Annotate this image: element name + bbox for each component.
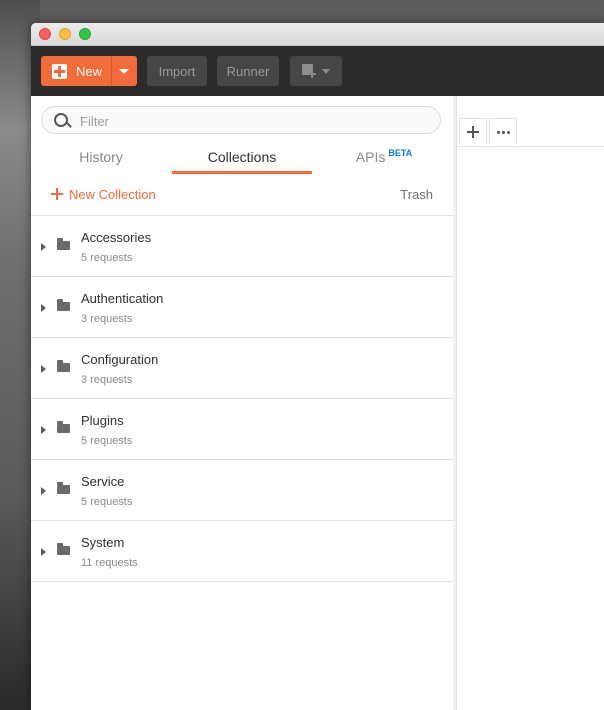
search-icon-handle: [66, 122, 72, 128]
plus-icon: [467, 126, 479, 138]
new-button[interactable]: New: [41, 56, 137, 86]
collection-name: System: [81, 535, 125, 550]
title-bar: [31, 23, 604, 46]
minimize-window-button[interactable]: [59, 28, 71, 40]
folder-icon: [57, 238, 70, 250]
collection-name: Configuration: [81, 352, 159, 367]
caret-right-icon[interactable]: [41, 426, 46, 434]
collection-list: Accessories 5 requests Authentication 3 …: [31, 216, 453, 582]
new-button-label: New: [76, 63, 103, 79]
folder-icon: [57, 360, 70, 372]
folder-icon: [57, 299, 70, 311]
collection-request-count: 5 requests: [81, 435, 133, 447]
collection-request-count: 5 requests: [81, 496, 133, 508]
plus-icon[interactable]: [51, 188, 63, 200]
request-pane: [457, 96, 604, 710]
new-window-icon: [302, 64, 316, 78]
maximize-window-button[interactable]: [79, 28, 91, 40]
close-window-button[interactable]: [39, 28, 51, 40]
caret-right-icon[interactable]: [41, 365, 46, 373]
runner-button[interactable]: Runner: [217, 56, 279, 86]
collection-request-count: 11 requests: [81, 557, 138, 569]
more-icon: [496, 130, 510, 134]
folder-icon: [57, 421, 70, 433]
chevron-down-icon[interactable]: [119, 69, 129, 74]
collection-request-count: 3 requests: [81, 374, 133, 386]
collection-request-count: 3 requests: [81, 313, 133, 325]
plus-box-icon: [52, 63, 67, 79]
filter-input[interactable]: [78, 111, 422, 131]
collection-actions-row: New Collection Trash: [31, 174, 453, 216]
trash-link[interactable]: Trash: [400, 187, 433, 202]
new-button-divider: [111, 56, 112, 86]
collection-item[interactable]: Plugins 5 requests: [31, 399, 453, 460]
request-tab-bar: [457, 96, 604, 147]
chevron-down-icon: [322, 68, 330, 74]
collection-item[interactable]: Configuration 3 requests: [31, 338, 453, 399]
tab-collections[interactable]: Collections: [172, 146, 312, 174]
sidebar-tabs: History Collections APIs BETA: [31, 146, 453, 174]
collection-item[interactable]: Service 5 requests: [31, 460, 453, 521]
collection-name: Service: [81, 474, 125, 489]
add-tab-button[interactable]: [459, 118, 487, 145]
collection-item[interactable]: Authentication 3 requests: [31, 277, 453, 338]
folder-icon: [57, 482, 70, 494]
caret-right-icon[interactable]: [41, 304, 46, 312]
collection-name: Accessories: [81, 230, 152, 245]
folder-icon: [57, 543, 70, 555]
tab-apis[interactable]: APIs BETA: [314, 146, 454, 174]
search-icon: [54, 113, 68, 127]
main-toolbar: New Import Runner: [31, 46, 604, 96]
caret-right-icon[interactable]: [41, 487, 46, 495]
collection-name: Plugins: [81, 413, 124, 428]
collection-item[interactable]: Accessories 5 requests: [31, 216, 453, 277]
app-window: New Import Runner History Collections AP…: [31, 23, 604, 710]
new-window-button[interactable]: [290, 56, 342, 86]
new-collection-button[interactable]: New Collection: [69, 187, 156, 202]
collection-item[interactable]: System 11 requests: [31, 521, 453, 582]
collection-name: Authentication: [81, 291, 164, 306]
beta-badge: BETA: [388, 148, 413, 158]
filter-search-box[interactable]: [41, 106, 441, 134]
sidebar: History Collections APIsBETA New Collect…: [31, 96, 454, 710]
caret-right-icon[interactable]: [41, 243, 46, 251]
tab-apis-label: APIs: [355, 149, 386, 165]
tab-history[interactable]: History: [31, 146, 171, 174]
more-tabs-button[interactable]: [489, 118, 517, 145]
caret-right-icon[interactable]: [41, 548, 46, 556]
collection-request-count: 5 requests: [81, 252, 133, 264]
import-button[interactable]: Import: [147, 56, 207, 86]
